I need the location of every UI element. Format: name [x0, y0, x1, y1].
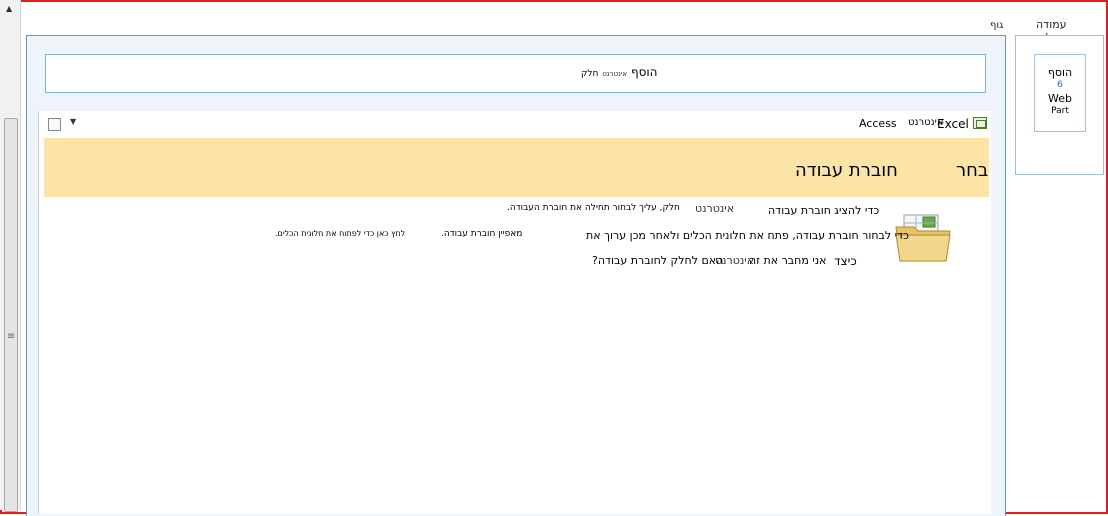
webpart-select-checkbox[interactable] [48, 118, 61, 131]
web-label: Web [1048, 92, 1072, 105]
body-zone-label: גוף [990, 20, 1004, 31]
instruction-line2-right: כדי לבחור חוברת עבודה, פתח את חלונית הכל… [586, 229, 909, 242]
instruction-line1-right: כדי להציג חוברת עבודה [768, 204, 880, 217]
choose-workbook-banner: בחר חוברת עבודה [44, 138, 989, 197]
instruction-line3-connect: אני מחבר את זה [749, 254, 827, 267]
add-webpart-bar[interactable]: הוסף אינטרנט חלק [45, 54, 986, 93]
grip-icon: ≡ [7, 331, 16, 342]
part-label: Part [1051, 106, 1069, 116]
title-excel: Excel [937, 117, 969, 131]
webpart-title-bar: ▼ Access אינטרנט Excel [39, 111, 991, 137]
webpart-count: 6 [1057, 80, 1063, 90]
instruction-line1-intranet: אינטרנט [695, 202, 735, 215]
add-label: הוסף [630, 65, 658, 79]
vertical-scrollbar[interactable]: ▲ ≡ [0, 0, 21, 512]
left-add-webpart-button[interactable]: הוסף 6 Web Part [1034, 54, 1086, 132]
excel-web-access-webpart: ▼ Access אינטרנט Excel בחר חוברת עבודה כ… [38, 111, 991, 514]
part-label: חלק [581, 69, 599, 79]
choose-label: בחר [956, 160, 989, 181]
instruction-line2-mid: מאפיין חוברת עבודה. [441, 229, 523, 239]
instruction-line3-how: כיצד [834, 254, 857, 268]
excel-icon [973, 117, 987, 129]
intranet-label: אינטרנט [602, 70, 628, 78]
open-toolpane-link[interactable]: לחץ כאן כדי לפתוח את חלונית הכלים. [275, 229, 405, 238]
scroll-thumb[interactable]: ≡ [4, 118, 18, 512]
instruction-line1-left: חלק, עליך לבחור תחילה את חוברת העבודה. [507, 203, 680, 213]
title-access: Access [859, 117, 897, 130]
add-label: הוסף [1047, 66, 1073, 79]
scroll-up-arrow-icon[interactable]: ▲ [6, 4, 12, 13]
webpart-menu-dropdown[interactable]: ▼ [70, 117, 76, 126]
chevron-down-icon: ▼ [70, 117, 77, 126]
workbook-label: חוברת עבודה [795, 160, 898, 181]
instruction-line3-rest: האם לחלק לחוברת עבודה? [592, 254, 724, 267]
add-webpart-link[interactable]: הוסף אינטרנט חלק [581, 65, 658, 79]
